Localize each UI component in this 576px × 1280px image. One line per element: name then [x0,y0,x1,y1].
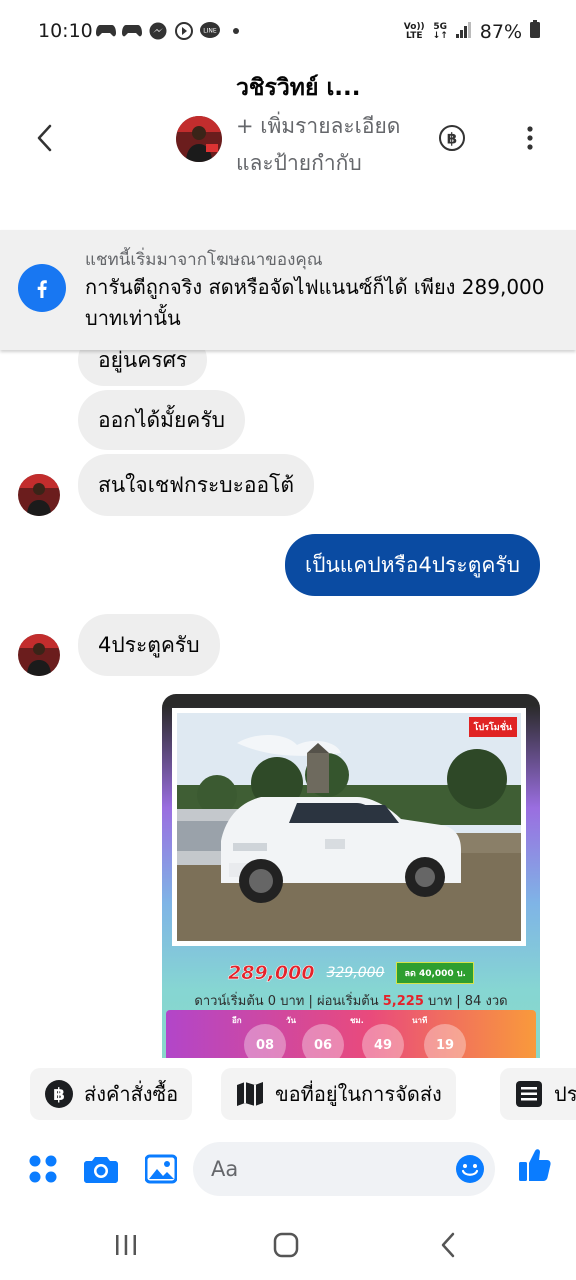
battery-icon [530,20,540,43]
ad-origin-label: แชทนี้เริ่มมาจากโฆษณาของคุณ [85,250,323,270]
line-app-icon: LINE [200,22,220,40]
gallery-button[interactable] [144,1152,178,1186]
finance-terms: ดาวน์เริ่มต้น 0 บาท | ผ่อนเริ่มต้น 5,225… [194,994,508,1009]
countdown-label: อีก [232,1016,242,1025]
grid-dots-icon [29,1155,57,1183]
vertical-dots-icon [527,126,533,150]
status-bar: 10:10 LINE Vo)) LTE 5G ↓↑ 87% [0,0,576,64]
payment-button[interactable]: ฿ [438,124,466,152]
svg-text:฿: ฿ [447,130,457,148]
notification-icons: LINE [96,22,246,40]
system-indicators: Vo)) LTE 5G ↓↑ 87% [404,20,540,43]
conversation-header: วชิรวิทย์ เ... + เพิ่มรายละเอียดและป้ายก… [0,64,576,230]
monthly-payment: 5,225 [382,994,424,1009]
contact-avatar[interactable] [176,116,222,162]
volte-indicator: Vo)) LTE [403,21,425,41]
message-composer: Aa [0,1138,576,1200]
contact-name[interactable]: วชิรวิทย์ เ... [236,70,361,106]
emoji-button[interactable] [455,1154,485,1184]
discount-badge: ลด 40,000 บ. [396,962,474,984]
facebook-icon [18,264,66,312]
countdown-label: นาที [412,1016,428,1025]
promo-tag: โปรโมชั่น [468,717,517,737]
camera-icon [84,1157,118,1183]
message-input-placeholder: Aa [211,1157,239,1181]
price-row: 289,000 329,000 ลด 40,000 บ. [162,962,540,984]
list-icon [514,1079,544,1109]
countdown-value: 08 [244,1024,286,1058]
countdown-label: วัน [286,1016,296,1025]
message-bubble-incoming[interactable]: 4ประตูครับ [78,614,220,676]
chevron-left-icon [37,124,52,152]
map-icon [235,1079,265,1109]
message-bubble-incoming[interactable]: ออกได้มั้ยครับ [78,390,245,450]
promo-countdown: อีก 08 วัน 06 ชม. 49 นาที 19 [166,1010,536,1058]
add-details-labels-link[interactable]: + เพิ่มรายละเอียดและป้ายกำกับ [236,108,426,182]
message-bubble-incoming[interactable]: อยู่นครศร [78,350,208,386]
system-navigation-bar [0,1210,576,1280]
recent-apps-button[interactable] [106,1230,146,1260]
quick-reply-label: ประ [554,1082,576,1106]
quick-reply-send-order[interactable]: ฿ ส่งคำสั่งซื้อ [30,1068,193,1120]
baht-icon: ฿ [44,1079,74,1109]
send-circle-icon [174,22,194,40]
countdown-value: 49 [362,1024,404,1058]
original-price: 329,000 [326,965,385,981]
quick-reply-label: ส่งคำสั่งซื้อ [84,1082,179,1106]
messenger-icon [148,22,168,40]
back-button[interactable] [28,120,60,156]
network-type-indicator: 5G ↓↑ [432,21,448,41]
recent-apps-icon [116,1235,136,1255]
ad-origin-banner[interactable]: แชทนี้เริ่มมาจากโฆษณาของคุณ การันตีถูกจร… [0,230,576,350]
more-actions-button[interactable] [26,1152,60,1186]
chevron-left-icon [441,1232,455,1258]
quick-reply-label: ขอที่อยู่ในการจัดส่ง [275,1082,442,1106]
image-icon [145,1154,177,1184]
game-controller-icon [122,22,142,40]
sender-avatar [18,474,60,516]
message-input[interactable]: Aa [193,1142,495,1196]
countdown-value: 06 [302,1024,344,1058]
status-time: 10:10 [38,20,93,42]
svg-text:฿: ฿ [53,1085,65,1105]
message-bubble-outgoing[interactable]: เป็นแคปหรือ4ประตูครับ [284,534,540,596]
product-image-message[interactable]: โปรโมชั่น 289,000 329,000 ลด 40,000 บ. ด… [162,694,540,1058]
sender-avatar [18,634,60,676]
more-options-button[interactable] [516,124,544,152]
message-bubble-incoming[interactable]: สนใจเชฟกระบะออโต้ [78,454,315,516]
like-button[interactable] [518,1148,552,1182]
game-controller-icon [96,22,116,40]
home-icon [273,1232,299,1258]
system-back-button[interactable] [428,1230,468,1260]
ad-text: การันตีถูกจริง สดหรือจัดไฟแนนซ์ก็ได้ เพี… [85,275,545,330]
battery-percent: 87% [479,20,522,43]
home-button[interactable] [266,1230,306,1260]
sale-price: 289,000 [228,962,315,985]
signal-icon [455,21,472,43]
quick-reply-bar[interactable]: ฿ ส่งคำสั่งซื้อ ขอที่อยู่ในการจัดส่ง ประ [0,1066,576,1122]
camera-button[interactable] [84,1152,118,1186]
car-photo-frame: โปรโมชั่น [172,708,526,946]
thumbs-up-icon [519,1149,551,1181]
svg-text:LINE: LINE [203,28,217,35]
quick-reply-request-address[interactable]: ขอที่อยู่ในการจัดส่ง [221,1068,456,1120]
smiley-icon [456,1155,484,1183]
baht-icon: ฿ [439,125,465,151]
car-photo: โปรโมชั่น [177,713,521,941]
countdown-value: 19 [424,1024,466,1058]
message-list[interactable]: อยู่นครศร ออกได้มั้ยครับ สนใจเชฟกระบะออโ… [0,350,576,1058]
more-notifications-dot-icon [226,22,246,40]
quick-reply-more[interactable]: ประ [500,1068,576,1120]
countdown-label: ชม. [350,1016,364,1025]
